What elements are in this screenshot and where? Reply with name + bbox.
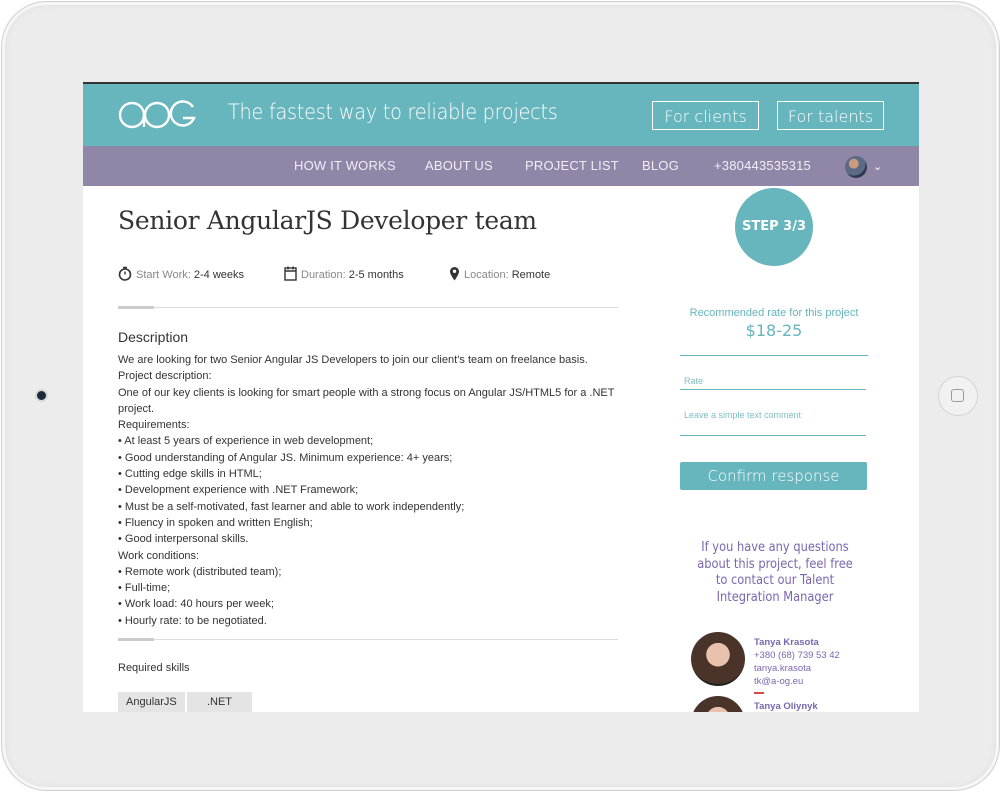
contact-name: Tanya Oliynyk bbox=[754, 701, 818, 712]
avatar bbox=[691, 696, 745, 712]
for-clients-button[interactable]: For clients bbox=[652, 101, 759, 130]
description-line: • Hourly rate: to be negotiated. bbox=[118, 614, 267, 627]
description-line: Requirements: bbox=[118, 419, 190, 432]
contact-phone[interactable]: +380 (68) 739 53 42 bbox=[754, 649, 840, 662]
comment-field[interactable] bbox=[680, 408, 866, 436]
duration-label: Duration: bbox=[301, 269, 346, 281]
contact-card: Tanya Krasota +380 (68) 739 53 42 tanya.… bbox=[754, 636, 840, 694]
description-line: Project description: bbox=[118, 370, 212, 383]
for-talents-button[interactable]: For talents bbox=[777, 101, 884, 130]
description-line: We are looking for two Senior Angular JS… bbox=[118, 354, 588, 366]
avatar bbox=[691, 632, 745, 686]
start-work-meta: Start Work: 2-4 weeks bbox=[118, 266, 244, 281]
divider bbox=[754, 692, 764, 694]
nav-about-us[interactable]: ABOUT US bbox=[425, 158, 493, 173]
tagline: The fastest way to reliable projects bbox=[228, 100, 558, 124]
user-avatar[interactable] bbox=[845, 156, 867, 178]
description-heading: Description bbox=[118, 329, 189, 345]
main-nav: HOW IT WORKS ABOUT US PROJECT LIST BLOG … bbox=[83, 146, 919, 186]
description-line: • Cutting edge skills in HTML; bbox=[118, 468, 262, 481]
chevron-down-icon[interactable]: ⌄ bbox=[873, 160, 882, 173]
confirm-response-button[interactable]: Confirm response bbox=[680, 462, 867, 490]
nav-project-list[interactable]: PROJECT LIST bbox=[525, 158, 619, 173]
calendar-icon bbox=[284, 266, 297, 281]
divider bbox=[118, 638, 618, 641]
description-line: One of our key clients is looking for sm… bbox=[118, 386, 618, 415]
contact-name: Tanya Krasota bbox=[754, 637, 819, 648]
rate-input[interactable] bbox=[680, 372, 866, 390]
description-line: • Full-time; bbox=[118, 582, 171, 595]
contact-skype[interactable]: tanya.krasota bbox=[754, 662, 840, 675]
duration-value: 2-5 months bbox=[348, 269, 404, 281]
home-square-icon bbox=[951, 389, 964, 402]
divider bbox=[680, 355, 868, 356]
description-line: • Good understanding of Angular JS. Mini… bbox=[118, 451, 453, 464]
description-line: • Good interpersonal skills. bbox=[118, 533, 249, 546]
duration-meta: Duration: 2-5 months bbox=[284, 266, 404, 281]
screen: The fastest way to reliable projects For… bbox=[83, 82, 919, 712]
contact-card: Tanya Oliynyk bbox=[754, 700, 818, 712]
description-line: • Must be a self-motivated, fast learner… bbox=[118, 500, 465, 513]
rate-label: Recommended rate for this project bbox=[689, 307, 859, 319]
step-indicator: STEP 3/3 bbox=[735, 188, 813, 266]
location-pin-icon bbox=[450, 267, 459, 281]
nav-how-it-works[interactable]: HOW IT WORKS bbox=[294, 158, 396, 173]
stopwatch-icon bbox=[118, 266, 132, 281]
contact-prompt: If you have any questions about this pro… bbox=[697, 540, 853, 605]
divider bbox=[118, 306, 618, 309]
skills-heading: Required skills bbox=[118, 662, 190, 674]
logo-icon[interactable] bbox=[117, 98, 197, 132]
header: The fastest way to reliable projects For… bbox=[83, 84, 919, 146]
camera-icon bbox=[37, 391, 46, 400]
description-line: • Work load: 40 hours per week; bbox=[118, 598, 274, 611]
description-body: We are looking for two Senior Angular JS… bbox=[118, 352, 618, 629]
rate-value: $18-25 bbox=[745, 321, 803, 340]
location-label: Location: bbox=[464, 269, 509, 281]
start-work-label: Start Work: bbox=[136, 269, 191, 281]
nav-blog[interactable]: BLOG bbox=[642, 158, 679, 173]
skill-tag: AngularJS bbox=[118, 692, 185, 712]
description-line: • Fluency in spoken and written English; bbox=[118, 516, 313, 529]
description-line: • Remote work (distributed team); bbox=[118, 565, 282, 578]
description-line: Work conditions: bbox=[118, 549, 200, 562]
location-meta: Location: Remote bbox=[449, 266, 550, 281]
page-title: Senior AngularJS Developer team bbox=[118, 206, 537, 235]
contact-email[interactable]: tk@a-og.eu bbox=[754, 675, 840, 688]
nav-phone[interactable]: +380443535315 bbox=[714, 158, 811, 173]
start-work-value: 2-4 weeks bbox=[193, 269, 245, 281]
home-button[interactable] bbox=[938, 376, 978, 416]
description-line: • At least 5 years of experience in web … bbox=[118, 435, 374, 448]
skill-tag: .NET bbox=[187, 692, 252, 712]
description-line: • Development experience with .NET Frame… bbox=[118, 484, 359, 497]
location-value: Remote bbox=[511, 269, 551, 281]
